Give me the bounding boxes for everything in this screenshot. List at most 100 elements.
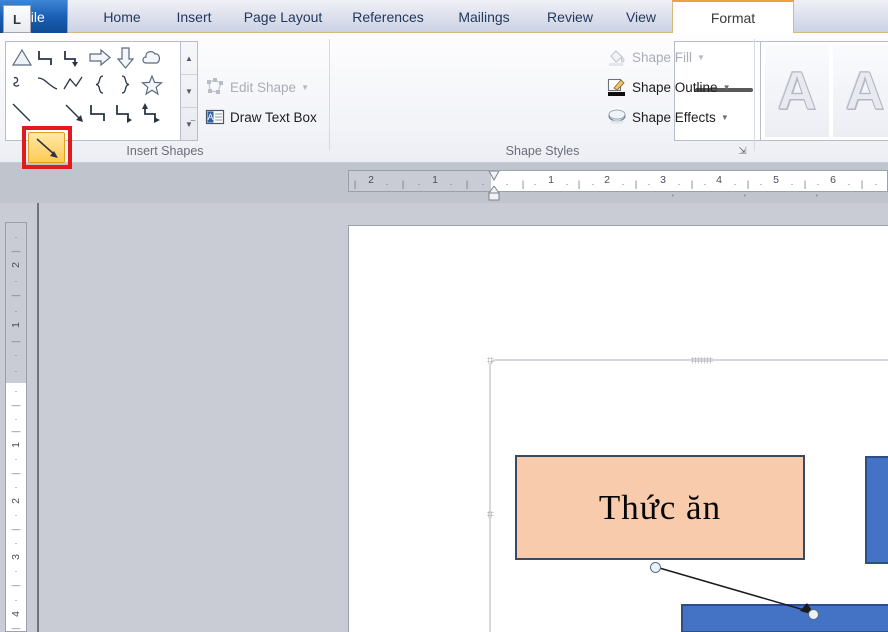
document-page[interactable]: Thức ăn (348, 225, 888, 632)
ruler-minor-tick: · (14, 386, 18, 396)
tab-view-label: View (625, 8, 657, 25)
group-label-shape-styles: Shape Styles (505, 144, 580, 158)
tab-mailings-label: Mailings (458, 8, 510, 25)
tab-home[interactable]: Home (84, 0, 160, 33)
shapes-gallery-scrollbar[interactable]: ▲ ▼ ▼̅ (181, 41, 198, 141)
shape-fill-button[interactable]: Shape Fill ▼ (607, 47, 705, 67)
ruler-minor-tick: | (860, 179, 864, 189)
ruler-minor-tick: — (11, 336, 21, 346)
elbow-arrow-connector-shape[interactable] (61, 45, 87, 71)
star-shape[interactable] (139, 72, 165, 98)
line-arrow-shape[interactable] (35, 100, 61, 126)
edit-shape-button[interactable]: Edit Shape ▼ (205, 77, 309, 97)
ruler-minor-tick: | (401, 179, 405, 189)
tab-stop-selector[interactable]: L (3, 5, 31, 33)
draw-text-box-button[interactable]: A Draw Text Box (205, 107, 317, 127)
left-indent-marker[interactable] (488, 185, 500, 201)
tab-page-layout[interactable]: Page Layout (228, 0, 338, 33)
ruler-tick: 3 (660, 174, 666, 186)
tab-home-label: Home (103, 8, 141, 25)
tab-insert[interactable]: Insert (160, 0, 228, 33)
connector-end-handle[interactable] (808, 609, 819, 620)
shape-effects-label: Shape Effects (632, 109, 716, 125)
scroll-down-icon[interactable]: ▼ (181, 75, 197, 108)
ruler-tick: 6 (830, 174, 836, 186)
tab-review-label: Review (547, 8, 593, 25)
ruler-tick: 3 (10, 554, 22, 560)
wordart-styles-gallery[interactable]: A A (760, 41, 888, 141)
ruler-minor-tick: · (591, 179, 595, 189)
vertical-ruler[interactable]: 2 1 1 2 3 4 · — · — · — · · · — · — · — … (5, 222, 27, 632)
connector-start-handle[interactable] (650, 562, 661, 573)
shape-effects-button[interactable]: Shape Effects ▼ (607, 107, 729, 127)
curve-shape[interactable] (35, 72, 61, 98)
tab-view[interactable]: View (610, 0, 672, 33)
tab-mailings[interactable]: Mailings (438, 0, 530, 33)
ruler-minor-tick: · (14, 482, 18, 492)
tab-stop-mark[interactable]: ʹ (744, 193, 746, 203)
ruler-minor-tick: — (11, 524, 21, 534)
ruler-minor-tick: · (733, 179, 737, 189)
tab-stop-mark[interactable]: ʹ (816, 193, 818, 203)
scribble-shape[interactable] (9, 72, 35, 98)
tab-stop-mark[interactable]: ʹ (672, 193, 674, 203)
ribbon-group-shape-styles: ▲ ▼ ▼̅ Shape Fill ▼ (330, 33, 888, 163)
elbow-connector-2-shape[interactable] (87, 100, 113, 126)
cloud-callout-shape[interactable] (139, 45, 165, 71)
freeform-shape[interactable] (61, 72, 87, 98)
wordart-style-1[interactable]: A (765, 45, 829, 137)
ruler-minor-tick: — (11, 290, 21, 300)
line-arrow-shape-hover-highlight[interactable] (28, 132, 65, 163)
shape-effects-icon (607, 107, 627, 127)
right-brace-shape[interactable] (113, 72, 139, 98)
shape-fill-label: Shape Fill (632, 49, 693, 65)
ruler-tick: 1 (548, 174, 554, 186)
ruler-minor-tick: · (14, 595, 18, 605)
shape-outline-button[interactable]: Shape Outline ▼ (607, 77, 730, 97)
ruler-minor-tick: · (14, 454, 18, 464)
chevron-down-icon: ▼ (697, 52, 705, 62)
ruler-minor-tick: · (14, 276, 18, 286)
wordart-style-2[interactable]: A (833, 45, 888, 137)
tab-references[interactable]: References (338, 0, 438, 33)
ruler-tick: 2 (604, 174, 610, 186)
ruler-minor-tick: · (847, 179, 851, 189)
draw-text-box-label: Draw Text Box (230, 109, 317, 125)
down-arrow-shape[interactable] (113, 45, 139, 71)
first-line-indent-marker[interactable] (488, 168, 500, 182)
shape-styles-dialog-launcher[interactable]: ⇲ (736, 145, 749, 158)
scroll-up-icon[interactable]: ▲ (181, 42, 197, 75)
ruler-tick: 4 (716, 174, 722, 186)
ruler-minor-tick: · (14, 510, 18, 520)
ruler-tick: 5 (773, 174, 779, 186)
paint-bucket-icon (607, 47, 627, 67)
ruler-minor-tick: — (11, 468, 21, 478)
ruler-minor-tick: · (14, 306, 18, 316)
horizontal-ruler[interactable]: 2 1 1 2 3 4 5 6 | · | · · | · · | · · | … (348, 170, 888, 192)
ruler-minor-tick: · (417, 179, 421, 189)
ruler-tick: 2 (368, 174, 374, 186)
elbow-arrow-connector-2-shape[interactable] (113, 100, 139, 126)
left-brace-shape[interactable] (87, 72, 113, 98)
arrow-connector[interactable] (349, 226, 888, 632)
tab-review[interactable]: Review (530, 0, 610, 33)
ruler-minor-tick: · (14, 566, 18, 576)
right-arrow-shape[interactable] (87, 45, 113, 71)
svg-text:A: A (207, 112, 213, 122)
ruler-minor-tick: | (746, 179, 750, 189)
more-shapes-icon[interactable]: ▼̅ (181, 108, 197, 141)
tab-format[interactable]: Format (672, 0, 794, 35)
elbow-connector-shape[interactable] (35, 45, 61, 71)
ruler-minor-tick: | (634, 179, 638, 189)
line-shape[interactable] (9, 100, 35, 126)
ruler-tick: 1 (10, 322, 22, 328)
right-triangle-shape[interactable] (9, 45, 35, 71)
double-arrow-shape[interactable] (61, 100, 87, 126)
shapes-gallery[interactable] (5, 41, 181, 141)
elbow-double-arrow-shape[interactable] (139, 100, 165, 126)
ruler-minor-tick: · (481, 179, 485, 189)
ruler-minor-tick: | (521, 179, 525, 189)
ruler-minor-tick: · (647, 179, 651, 189)
ribbon: ▲ ▼ ▼̅ Edit Shape ▼ A Draw Text Box Inse… (0, 33, 888, 169)
ruler-minor-tick: — (11, 580, 21, 590)
